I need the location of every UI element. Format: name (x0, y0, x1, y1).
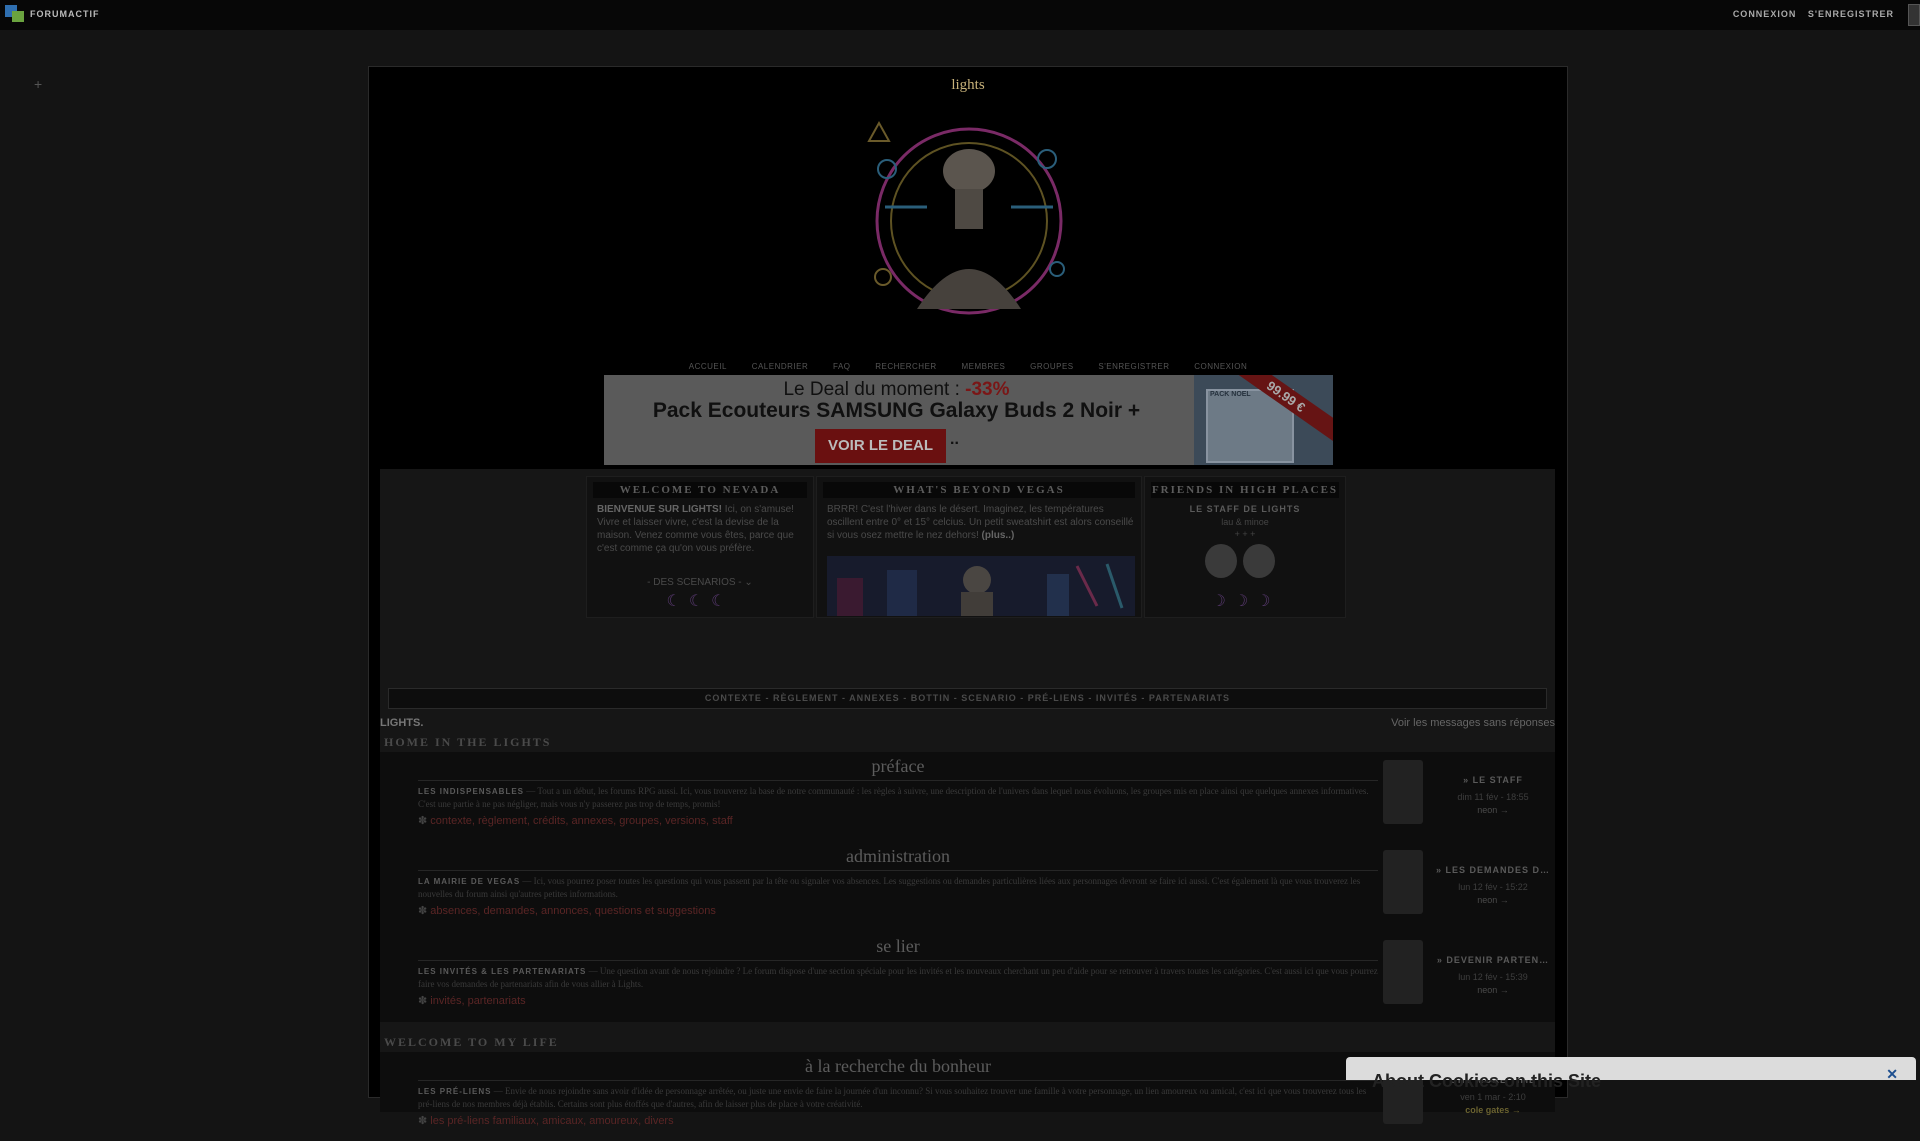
forumactif-brand[interactable]: FORUMACTIF (30, 9, 100, 19)
last-post-date: lun 12 fév - 15:39 (1458, 972, 1528, 982)
friends-panel: FRIENDS IN HIGH PLACES LE STAFF DE LIGHT… (1144, 476, 1346, 618)
plus-icon[interactable]: + (34, 76, 42, 92)
secondary-navigation: CONTEXTE - RÈGLEMENT - ANNEXES - BOTTIN … (388, 688, 1547, 709)
subnav-guests[interactable]: INVITÉS (1096, 693, 1138, 703)
forum-preface: préface LES INDISPENSABLES — Tout a un d… (418, 756, 1378, 841)
forum-content: WELCOME TO NEVADA BIENVENUE SUR LIGHTS! … (380, 469, 1555, 1127)
ad-product-name: Pack Ecouteurs SAMSUNG Galaxy Buds 2 Noi… (652, 399, 1141, 422)
subnav-directory[interactable]: BOTTIN (911, 693, 951, 703)
forum-container: lights ACCUEIL CALENDRIER FAQ RECHERCHER… (368, 66, 1568, 1127)
forum-se-lier: se lier LES INVITÉS & LES PARTENARIATS —… (418, 936, 1378, 1021)
subforum-links[interactable]: ✽ contexte, règlement, crédits, annexes,… (418, 814, 1378, 827)
last-post-title[interactable]: » DEVENIR PARTEN… (1433, 955, 1553, 965)
forum-title[interactable]: préface (418, 756, 1378, 777)
toolbar-toggle-button[interactable] (1908, 4, 1920, 26)
staff-title: LE STAFF DE LIGHTS (1189, 504, 1301, 514)
neon-statue-emblem (867, 120, 1065, 315)
cookie-banner: About Cookies on this Site ✕ (1346, 1057, 1916, 1091)
welcome-text: BIENVENUE SUR LIGHTS! Ici, on s'amuse! V… (597, 504, 794, 554)
main-navigation: ACCUEIL CALENDRIER FAQ RECHERCHER MEMBRE… (369, 362, 1567, 371)
forum-title[interactable]: à la recherche du bonheur (418, 1056, 1378, 1077)
product-box-label: PACK NOEL (1210, 391, 1251, 398)
subnav-scenario[interactable]: SCENARIO (961, 693, 1017, 703)
category-title[interactable]: WELCOME TO MY LIFE (384, 1035, 559, 1050)
neon-city-illustration (827, 556, 1135, 616)
crescent-moons-icon: ☾☾☾ (666, 593, 734, 610)
unanswered-link[interactable]: Voir les messages sans réponses (1391, 717, 1555, 729)
nav-home[interactable]: ACCUEIL (689, 362, 727, 371)
deal-advertisement[interactable]: Le Deal du moment : -33% Pack Ecouteurs … (604, 375, 1333, 465)
forum-title[interactable]: administration (418, 846, 1378, 867)
forum-description: LES PRÉ-LIENS — Envie de nous rejoindre … (418, 1086, 1367, 1109)
see-deal-button[interactable]: VOIR LE DEAL (815, 429, 946, 463)
subforum-links[interactable]: ✽ absences, demandes, annonces, question… (418, 904, 1378, 917)
subnav-annexes[interactable]: ANNEXES (849, 693, 900, 703)
scenarios-dropdown[interactable]: - DES SCENARIOS - ⌄ (587, 577, 813, 588)
category-title[interactable]: HOME IN THE LIGHTS (384, 735, 551, 750)
top-bar: FORUMACTIF CONNEXION S'ENREGISTRER (0, 0, 1920, 30)
staff-dots: + + + (1234, 529, 1256, 539)
last-post-author[interactable]: neon → (1433, 805, 1553, 815)
subforum-links[interactable]: ✽ les pré-liens familiaux, amicaux, amou… (418, 1114, 1378, 1127)
nav-groups[interactable]: GROUPES (1030, 362, 1074, 371)
staff-avatar[interactable] (1243, 544, 1275, 578)
register-link[interactable]: S'ENREGISTRER (1808, 9, 1894, 19)
close-icon[interactable]: ✕ (1886, 1066, 1898, 1083)
friends-title: FRIENDS IN HIGH PLACES (1151, 482, 1339, 498)
subforum-links[interactable]: ✽ invités, partenariats (418, 994, 1378, 1007)
last-post-avatar[interactable] (1383, 850, 1423, 914)
welcome-panel: WELCOME TO NEVADA BIENVENUE SUR LIGHTS! … (586, 476, 814, 618)
last-post-date: lun 12 fév - 15:22 (1458, 882, 1528, 892)
nav-login[interactable]: CONNEXION (1194, 362, 1247, 371)
subnav-prelinks[interactable]: PRÉ-LIENS (1028, 693, 1085, 703)
last-post-title[interactable]: » LE STAFF (1433, 775, 1553, 785)
last-post-avatar[interactable] (1383, 940, 1423, 1004)
ad-product-image[interactable]: PACK NOEL 99.99 € (1194, 375, 1333, 465)
top-links: CONNEXION S'ENREGISTRER (1725, 9, 1894, 19)
ad-discount: -33% (965, 379, 1010, 400)
last-post: » LE STAFF dim 11 fév - 18:55 neon → (1383, 756, 1553, 841)
forum-recherche-bonheur: à la recherche du bonheur LES PRÉ-LIENS … (418, 1056, 1378, 1141)
last-post: » LES DEMANDES D… lun 12 fév - 15:22 neo… (1383, 846, 1553, 931)
staff-names: lau & minoe (1221, 517, 1269, 527)
more-link[interactable]: (plus..) (982, 530, 1015, 541)
forumactif-logo[interactable] (5, 5, 25, 22)
last-post: » DEVENIR PARTEN… lun 12 fév - 15:39 neo… (1383, 936, 1553, 1021)
site-title: lights (951, 77, 985, 93)
weather-text: BRRR! C'est l'hiver dans le désert. Imag… (827, 504, 1134, 541)
staff-avatar[interactable] (1205, 544, 1237, 578)
category-home: préface LES INDISPENSABLES — Tout a un d… (380, 752, 1555, 1022)
forum-description: LES INVITÉS & LES PARTENARIATS — Une que… (418, 966, 1378, 989)
neon-city-image (827, 556, 1135, 616)
subnav-context[interactable]: CONTEXTE (705, 693, 762, 703)
subnav-rules[interactable]: RÈGLEMENT (773, 693, 839, 703)
last-post-avatar[interactable] (1383, 760, 1423, 824)
crescent-moons-icon: ☽☽☽ (1211, 593, 1279, 610)
last-post-date: ven 1 mar - 2:10 (1460, 1092, 1526, 1102)
nav-members[interactable]: MEMBRES (961, 362, 1005, 371)
last-post-title[interactable]: » LES DEMANDES D… (1433, 865, 1553, 875)
forum-administration: administration LA MAIRIE DE VEGAS — Ici,… (418, 846, 1378, 931)
last-post-author[interactable]: neon → (1433, 985, 1553, 995)
nav-calendar[interactable]: CALENDRIER (752, 362, 809, 371)
board-breadcrumb[interactable]: LIGHTS. (380, 717, 423, 729)
ad-ellipsis: .. (950, 431, 959, 448)
beyond-vegas-panel: WHAT'S BEYOND VEGAS BRRR! C'est l'hiver … (816, 476, 1142, 618)
nav-register[interactable]: S'ENREGISTRER (1098, 362, 1169, 371)
forum-description: LES INDISPENSABLES — Tout a un début, le… (418, 786, 1369, 809)
chevron-down-icon: ⌄ (744, 577, 753, 588)
last-post-author[interactable]: cole gates → (1433, 1105, 1553, 1115)
last-post-date: dim 11 fév - 18:55 (1457, 792, 1529, 802)
nav-search[interactable]: RECHERCHER (875, 362, 936, 371)
last-post-author[interactable]: neon → (1433, 895, 1553, 905)
subnav-partnerships[interactable]: PARTENARIATS (1149, 693, 1230, 703)
cookie-title: About Cookies on this Site (1372, 1071, 1602, 1091)
welcome-title: WELCOME TO NEVADA (593, 482, 807, 498)
beyond-vegas-title: WHAT'S BEYOND VEGAS (823, 482, 1135, 498)
forum-description: LA MAIRIE DE VEGAS — Ici, vous pourrez p… (418, 876, 1361, 899)
ad-headline: Le Deal du moment : -33% (783, 379, 1010, 400)
nav-faq[interactable]: FAQ (833, 362, 851, 371)
forum-title[interactable]: se lier (418, 936, 1378, 957)
login-link[interactable]: CONNEXION (1733, 9, 1797, 19)
